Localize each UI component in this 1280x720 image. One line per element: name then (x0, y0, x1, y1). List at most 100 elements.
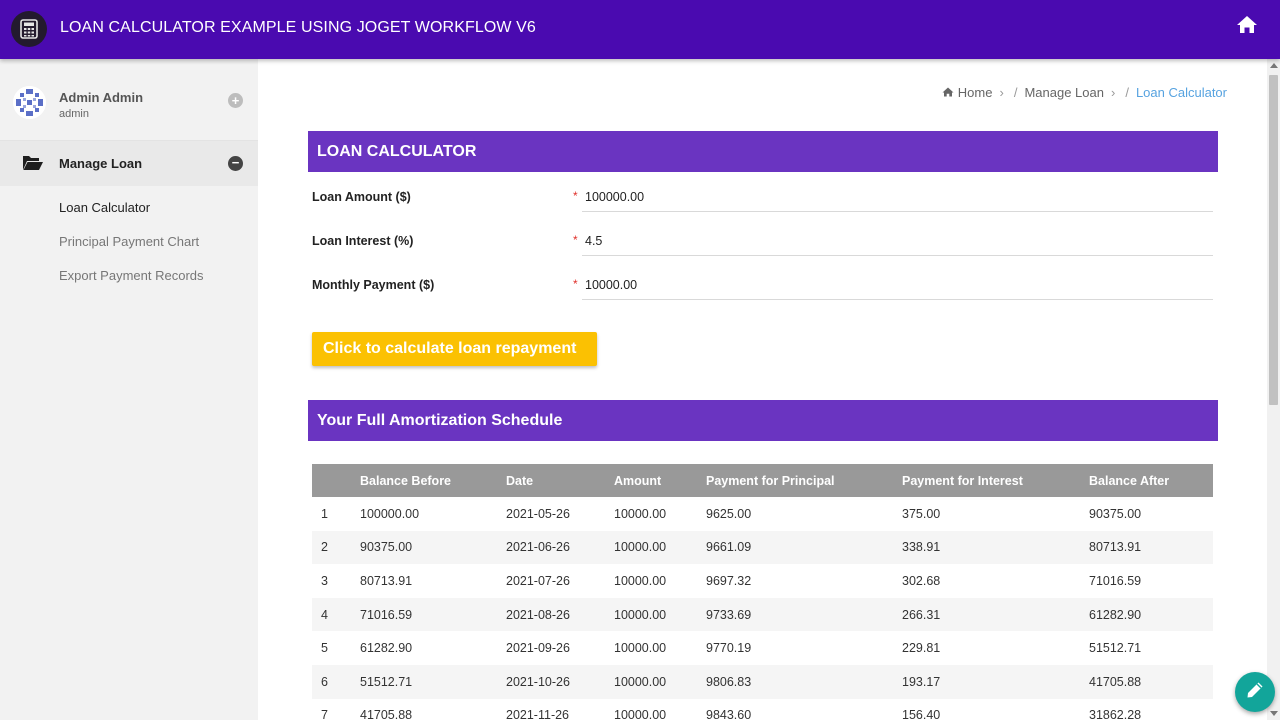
table-cell: 2021-06-26 (506, 530, 614, 565)
loan-amount-field[interactable] (582, 182, 1213, 212)
calculate-button[interactable]: Click to calculate loan repayment (312, 332, 597, 366)
table-cell: 2021-09-26 (506, 631, 614, 665)
column-header[interactable]: Payment for Interest (902, 464, 1089, 497)
table-cell: 2021-07-26 (506, 564, 614, 598)
column-header[interactable]: Balance Before (360, 464, 506, 497)
user-name: Admin Admin (59, 90, 144, 105)
table-row: 5 61282.90 2021-09-26 10000.00 9770.19 2… (312, 631, 1213, 665)
table-cell: 9770.19 (706, 631, 902, 665)
user-expand-button[interactable]: + (228, 93, 243, 108)
table-row: 3 80713.91 2021-07-26 10000.00 9697.32 3… (312, 564, 1213, 598)
monthly-payment-label: Monthly Payment ($) (312, 278, 435, 292)
sidebar-item-export-payment-records[interactable]: Export Payment Records (59, 268, 204, 283)
table-cell: 10000.00 (614, 597, 706, 632)
table-cell: 6 (312, 664, 360, 699)
table-cell: 61282.90 (360, 631, 506, 665)
table-cell: 9625.00 (706, 497, 902, 531)
page-scrollbar[interactable] (1267, 59, 1280, 720)
table-cell: 10000.00 (614, 698, 706, 720)
table-cell: 375.00 (902, 497, 1089, 531)
table-cell: 71016.59 (360, 597, 506, 632)
home-button[interactable] (1228, 8, 1266, 46)
table-cell: 2021-10-26 (506, 664, 614, 699)
table-cell: 9661.09 (706, 530, 902, 565)
amortization-schedule-header: Your Full Amortization Schedule (308, 400, 1218, 441)
loan-interest-row: Loan Interest (%) * (312, 218, 1214, 262)
table-cell: 2021-11-26 (506, 698, 614, 720)
user-role: admin (59, 108, 89, 120)
column-header[interactable]: Payment for Principal (706, 464, 902, 497)
table-cell: 2021-08-26 (506, 597, 614, 632)
folder-open-icon (22, 154, 44, 172)
table-cell: 10000.00 (614, 631, 706, 665)
table-row: 2 90375.00 2021-06-26 10000.00 9661.09 3… (312, 530, 1213, 565)
table-cell: 100000.00 (360, 497, 506, 531)
table-row: 1 100000.00 2021-05-26 10000.00 9625.00 … (312, 497, 1213, 531)
menu-group-manage-loan[interactable]: Manage Loan − (0, 141, 258, 186)
table-cell: 31862.28 (1089, 698, 1213, 720)
table-cell: 9697.32 (706, 564, 902, 598)
scroll-down-arrow-icon[interactable] (1270, 711, 1278, 716)
table-cell: 1 (312, 497, 360, 531)
loan-amount-label: Loan Amount ($) (312, 190, 411, 204)
table-cell: 41705.88 (1089, 664, 1213, 699)
main-content: Home › / Manage Loan › / Loan Calculator… (258, 59, 1267, 720)
required-mark: * (573, 277, 578, 291)
table-row: 7 41705.88 2021-11-26 10000.00 9843.60 1… (312, 698, 1213, 720)
home-icon (942, 85, 954, 100)
menu-group-label: Manage Loan (59, 156, 143, 171)
table-cell: 9733.69 (706, 597, 902, 632)
table-cell: 156.40 (902, 698, 1089, 720)
scroll-up-arrow-icon[interactable] (1270, 63, 1278, 68)
table-cell: 10000.00 (614, 530, 706, 565)
edit-button[interactable] (1235, 672, 1275, 712)
table-cell: 302.68 (902, 564, 1089, 598)
sidebar-item-principal-payment-chart[interactable]: Principal Payment Chart (59, 234, 199, 249)
table-header-row: Balance Before Date Amount Payment for P… (312, 464, 1213, 497)
calculator-icon (11, 11, 47, 47)
column-header[interactable]: Balance After (1089, 464, 1213, 497)
column-header[interactable]: Amount (614, 464, 706, 497)
table-cell: 71016.59 (1089, 564, 1213, 598)
breadcrumb-home[interactable]: Home (958, 85, 993, 100)
table-cell: 9806.83 (706, 664, 902, 699)
breadcrumb-chevron: › (1110, 85, 1116, 100)
breadcrumb-separator: / (1125, 85, 1129, 100)
sidebar: Admin Admin admin + Manage Loan − Loan C… (0, 59, 258, 720)
table-cell: 10000.00 (614, 564, 706, 598)
loan-interest-field[interactable] (582, 226, 1213, 256)
table-cell: 80713.91 (360, 564, 506, 598)
table-cell: 41705.88 (360, 698, 506, 720)
breadcrumb-manage-loan[interactable]: Manage Loan (1024, 85, 1104, 100)
table-cell: 338.91 (902, 530, 1089, 565)
sidebar-item-loan-calculator[interactable]: Loan Calculator (59, 200, 150, 215)
table-cell: 3 (312, 564, 360, 598)
collapse-button[interactable]: − (228, 156, 243, 171)
column-header[interactable]: Date (506, 464, 614, 497)
table-cell: 51512.71 (360, 664, 506, 699)
table-cell: 61282.90 (1089, 597, 1213, 632)
loan-amount-row: Loan Amount ($) * (312, 174, 1214, 218)
loan-calculator-header: LOAN CALCULATOR (308, 131, 1218, 172)
pencil-icon (1245, 680, 1265, 705)
breadcrumb-current: Loan Calculator (1135, 85, 1227, 100)
table-cell: 80713.91 (1089, 530, 1213, 565)
table-cell: 2021-05-26 (506, 497, 614, 531)
table-cell: 5 (312, 631, 360, 665)
column-header (312, 464, 360, 497)
table-row: 6 51512.71 2021-10-26 10000.00 9806.83 1… (312, 664, 1213, 699)
breadcrumb-chevron: › (999, 85, 1004, 100)
monthly-payment-row: Monthly Payment ($) * (312, 262, 1214, 306)
table-cell: 193.17 (902, 664, 1089, 699)
table-row: 4 71016.59 2021-08-26 10000.00 9733.69 2… (312, 597, 1213, 632)
app-title: LOAN CALCULATOR EXAMPLE USING JOGET WORK… (60, 19, 536, 36)
scroll-thumb[interactable] (1269, 75, 1278, 405)
monthly-payment-field[interactable] (582, 270, 1213, 300)
table-cell: 90375.00 (360, 530, 506, 565)
required-mark: * (573, 233, 578, 247)
table-cell: 9843.60 (706, 698, 902, 720)
top-bar: LOAN CALCULATOR EXAMPLE USING JOGET WORK… (0, 0, 1280, 59)
table-cell: 229.81 (902, 631, 1089, 665)
breadcrumb-separator: / (1013, 85, 1018, 100)
amortization-table: Balance Before Date Amount Payment for P… (312, 464, 1213, 720)
